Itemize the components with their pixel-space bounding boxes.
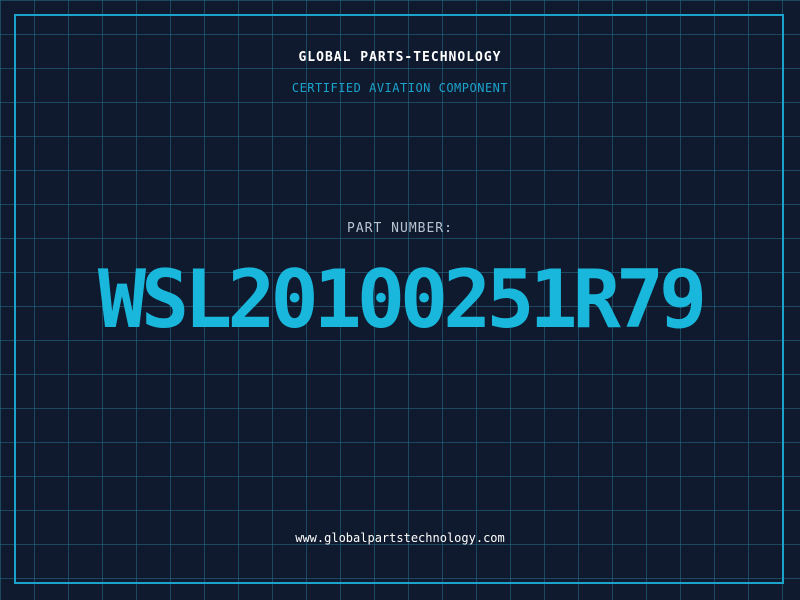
company-name: GLOBAL PARTS-TECHNOLOGY [298,50,502,65]
website-url: www.globalpartstechnology.com [295,531,505,545]
label-card: GLOBAL PARTS-TECHNOLOGY CERTIFIED AVIATI… [0,0,800,600]
part-number-label: PART NUMBER: [347,221,453,236]
part-number-value: WSL20100251R79 [97,253,707,346]
certification-subtitle: CERTIFIED AVIATION COMPONENT [291,81,509,95]
